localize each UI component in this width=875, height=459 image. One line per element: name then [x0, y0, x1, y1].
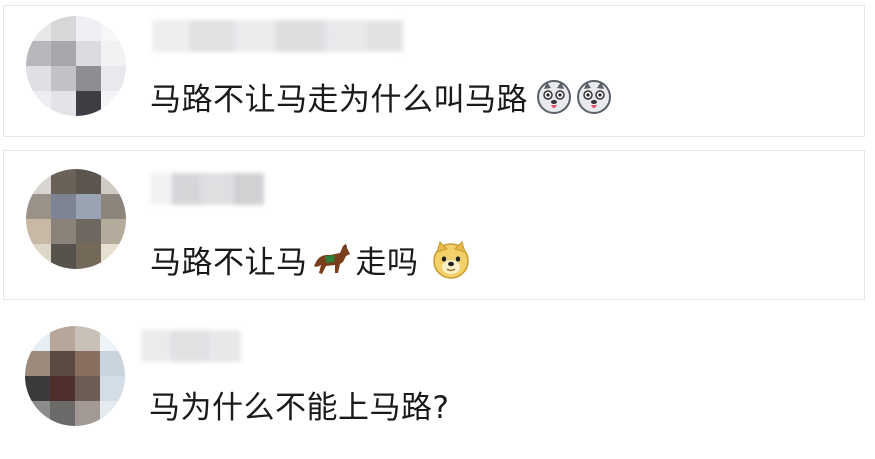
username-blurred[interactable]: [150, 173, 264, 205]
comment-text: 马路不让马走为什么叫马路: [150, 74, 612, 119]
comment-text-after: 走吗: [355, 245, 419, 281]
avatar[interactable]: [25, 326, 125, 426]
username-blurred[interactable]: [152, 20, 403, 52]
avatar[interactable]: [26, 169, 126, 269]
comment-card-1: 马路不让马走为什么叫马路: [3, 5, 865, 137]
horse-emoji: [313, 243, 350, 274]
avatar[interactable]: [26, 16, 126, 116]
comment-text-label: 马路不让马走为什么叫马路: [150, 82, 528, 118]
username-blurred[interactable]: [141, 330, 241, 362]
doge-emoji: [432, 240, 469, 279]
comment-text: 马路不让马 走吗: [150, 237, 471, 282]
comment-text-before: 马路不让马: [150, 245, 308, 281]
comment-card-3: 马为什么不能上马路?: [3, 312, 865, 452]
husky-emoji: [537, 79, 571, 114]
comment-text: 马为什么不能上马路?: [149, 382, 449, 427]
comment-text-label: 马为什么不能上马路?: [149, 390, 450, 426]
husky-emoji: [577, 79, 611, 114]
comment-card-2: 马路不让马 走吗: [3, 150, 865, 300]
